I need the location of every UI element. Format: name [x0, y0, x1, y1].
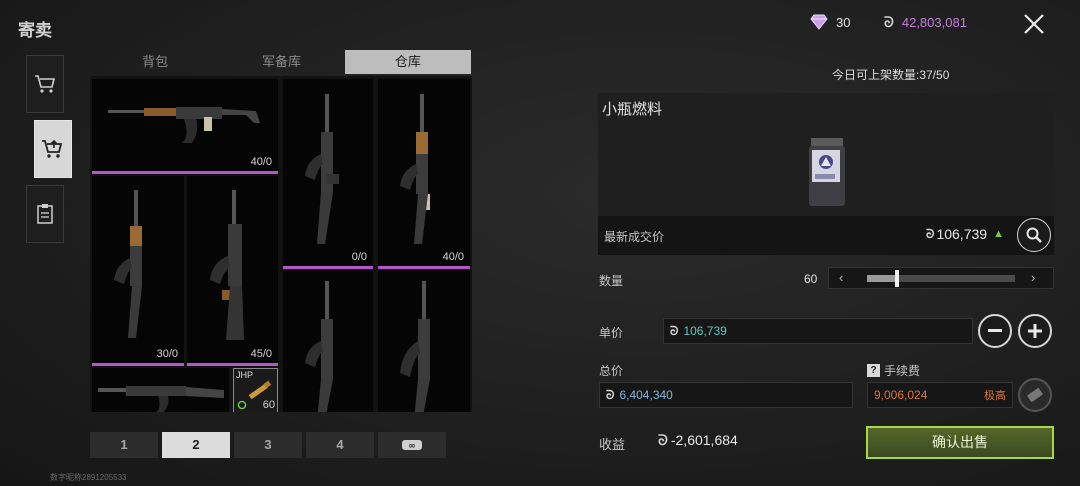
sidebar-tab-buy[interactable] — [26, 55, 64, 113]
fee-ticket-button[interactable] — [1018, 378, 1052, 412]
unit-price-value: 106,739 — [683, 324, 727, 338]
page-4-button[interactable]: 4 — [306, 432, 374, 458]
currency-icon: ᘐ — [884, 14, 894, 30]
latest-price-row: 最新成交价 ᘐ 106,739 ▲ — [598, 216, 1054, 255]
fee-field: 9,006,024 极高 — [867, 382, 1013, 408]
close-button[interactable] — [1018, 8, 1050, 40]
item-quantity: 45/0 — [250, 348, 272, 360]
currency-icon: ᘐ — [658, 432, 668, 448]
ak-rifle-black-icon — [400, 281, 430, 412]
quantity-slider[interactable]: ‹ › — [828, 267, 1054, 289]
price-history-button[interactable] — [1017, 218, 1051, 252]
search-icon — [1026, 227, 1042, 243]
tab-backpack[interactable]: 背包 — [92, 50, 218, 74]
item-quantity: 60 — [262, 399, 275, 411]
diamond-icon — [810, 14, 828, 30]
close-icon — [1024, 14, 1044, 34]
unit-price-input[interactable]: ᘐ 106,739 — [663, 318, 973, 344]
profit: ᘐ -2,601,684 — [658, 432, 738, 449]
inventory-item[interactable]: 30/0 — [92, 176, 184, 366]
slider-handle[interactable] — [894, 270, 899, 287]
page-3-button[interactable]: 3 — [234, 432, 302, 458]
fee-level-badge: 极高 — [984, 390, 1006, 402]
decrease-price-button[interactable] — [978, 314, 1012, 348]
increase-price-button[interactable] — [1018, 314, 1052, 348]
daily-listing-count: 今日可上架数量:37/50 — [832, 68, 950, 82]
inventory-item[interactable] — [378, 271, 470, 412]
item-quantity: 40/0 — [442, 251, 464, 263]
svg-text:∞: ∞ — [408, 442, 416, 452]
ak-rifle-tactical-icon — [210, 190, 244, 340]
item-quantity: 30/0 — [156, 348, 178, 360]
decrease-quantity-arrow[interactable]: ‹ — [839, 270, 843, 285]
item-quantity: 0/0 — [351, 251, 367, 263]
total-price-value: 6,404,340 — [619, 388, 673, 402]
cart-icon — [35, 75, 56, 93]
quantity-value: 60 — [804, 272, 818, 286]
tab-warehouse[interactable]: 仓库 — [344, 50, 471, 74]
help-icon[interactable]: ? — [867, 364, 880, 377]
inventory-item[interactable]: 45/0 — [187, 176, 278, 366]
total-label: 总价 — [599, 364, 624, 378]
sidebar-tab-sell[interactable] — [34, 120, 72, 178]
inventory-item[interactable]: 0/0 — [283, 79, 373, 269]
pagination: 1 2 3 4 ∞ — [90, 432, 450, 458]
total-price-field: ᘐ 6,404,340 — [599, 382, 853, 408]
cart-sell-icon — [42, 139, 63, 158]
minus-icon — [988, 329, 1002, 332]
tab-armory[interactable]: 军备库 — [218, 50, 344, 74]
inventory-item[interactable]: 40/0 — [92, 79, 278, 174]
gem-count: 30 — [836, 14, 851, 30]
quantity-label: 数量 — [599, 274, 624, 288]
plus-icon — [1028, 324, 1042, 338]
ak-rifle-wood-icon — [108, 107, 260, 143]
inventory-item[interactable]: JHP 60 — [233, 368, 278, 412]
slider-fill — [867, 275, 897, 282]
clipboard-icon — [37, 204, 53, 224]
inventory-grid: 40/0 0/0 40/0 30/0 45/0 JHP 60 — [90, 76, 472, 412]
latest-price: ᘐ 106,739 ▲ — [926, 226, 1004, 242]
ak-rifle-wood-icon — [400, 94, 430, 244]
inventory-item[interactable] — [283, 271, 373, 412]
money-count: 42,803,081 — [901, 15, 967, 30]
currency-icon: ᘐ — [670, 323, 679, 338]
fuel-bottle-icon — [809, 138, 845, 206]
ak-rifle-wood-icon — [114, 190, 142, 338]
gem-balance: 30 — [810, 14, 850, 30]
item-name: 小瓶燃料 — [602, 101, 663, 118]
increase-quantity-arrow[interactable]: › — [1031, 270, 1035, 285]
ak-rifle-black-icon — [305, 281, 333, 412]
ak-rifle-black-icon — [305, 94, 339, 244]
account-watermark: 数字昵称2891205533 — [50, 473, 127, 482]
unit-price-label: 单价 — [599, 326, 624, 340]
ticket-icon — [1027, 388, 1043, 402]
currency-icon: ᘐ — [926, 226, 935, 241]
page-title: 寄卖 — [18, 21, 52, 40]
latest-price-value: 106,739 — [936, 226, 988, 242]
sidebar-tab-records[interactable] — [26, 185, 64, 243]
page-2-button[interactable]: 2 — [162, 432, 230, 458]
price-up-icon: ▲ — [993, 228, 1004, 240]
inventory-item[interactable] — [92, 368, 229, 412]
fee-value: 9,006,024 — [874, 388, 928, 402]
page-1-button[interactable]: 1 — [90, 432, 158, 458]
page-all-button[interactable]: ∞ — [378, 432, 446, 458]
profit-label: 收益 — [599, 437, 626, 452]
ak-rifle-side-icon — [98, 386, 224, 412]
confirm-sell-button[interactable]: 确认出售 — [866, 426, 1054, 459]
currency-icon: ᘐ — [606, 387, 615, 402]
profit-value: -2,601,684 — [670, 432, 738, 448]
fee-label: 手续费 — [884, 364, 921, 378]
money-balance: ᘐ 42,803,081 — [884, 14, 967, 31]
storage-tabs: 背包 军备库 仓库 — [92, 50, 471, 74]
item-quantity: 40/0 — [250, 156, 272, 168]
status-ring-icon — [237, 400, 247, 410]
fee-header: ? 手续费 — [867, 362, 920, 379]
infinity-tag-icon: ∞ — [402, 440, 422, 452]
slider-track[interactable] — [867, 275, 1015, 282]
latest-price-label: 最新成交价 — [604, 230, 665, 244]
inventory-item[interactable]: 40/0 — [378, 79, 470, 269]
